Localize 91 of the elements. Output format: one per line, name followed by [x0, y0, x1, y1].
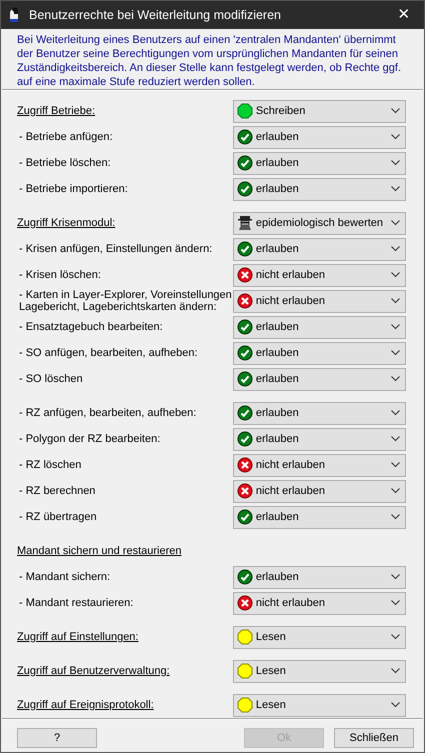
field-label: - Mandant sichern: [18, 571, 112, 583]
dropdown[interactable]: erlauben [232, 126, 406, 148]
dropdown[interactable]: Schreiben [232, 100, 406, 122]
check-icon [236, 509, 253, 525]
octagon-icon [236, 663, 253, 679]
field-label: - Betriebe importieren: [18, 183, 129, 195]
dropdown[interactable]: nicht erlauben [232, 480, 406, 502]
dropdown[interactable]: erlauben [232, 342, 406, 364]
dropdown[interactable]: erlauben [232, 566, 406, 588]
chevron-down-icon [391, 246, 400, 252]
section-heading: Mandant sichern und restaurieren [17, 545, 182, 557]
check-icon [236, 241, 253, 257]
field-label: - SO löschen [18, 373, 84, 385]
field-label: - Karten in Layer-Explorer, Voreinstellungen Lagebericht, Lageberichtskarten ändern: [18, 289, 232, 313]
dropdown[interactable]: Lesen [232, 626, 406, 648]
check-icon [236, 371, 253, 387]
chevron-down-icon [391, 488, 400, 494]
dropdown[interactable]: erlauben [232, 506, 406, 528]
dropdown[interactable]: erlauben [232, 178, 406, 200]
dialog-button[interactable]: Schließen [334, 728, 414, 748]
field-label: Zugriff auf Einstellungen: [17, 631, 140, 643]
chevron-down-icon [391, 600, 400, 606]
cross-icon [236, 595, 253, 611]
dropdown[interactable]: nicht erlauben [232, 290, 406, 312]
check-icon [236, 155, 253, 171]
check-icon [236, 569, 253, 585]
chevron-down-icon [391, 134, 400, 140]
check-icon [236, 319, 253, 335]
dropdown[interactable]: epidemiologisch bewerten [232, 212, 406, 234]
field-label: - Polygon der RZ bearbeiten: [18, 433, 162, 445]
chevron-down-icon [391, 272, 400, 278]
chevron-down-icon [391, 514, 400, 520]
hat-figure-icon [236, 215, 253, 231]
dropdown[interactable]: erlauben [232, 428, 406, 450]
dropdown[interactable]: nicht erlauben [232, 592, 406, 614]
dropdown[interactable]: nicht erlauben [232, 454, 406, 476]
cross-icon [236, 293, 253, 309]
chevron-down-icon [391, 410, 400, 416]
intro-text: Bei Weiterleitung eines Benutzers auf einen 'zentralen Mandanten' übernimmt der Benutzer seine Berechtigungen vom ursprünglichen Mandanten für seinen Zuständigkeitsbereich. An dieser Stelle kann festgelegt werden, ob Rechte ggf. auf eine maximale Stufe reduziert werden sollen. [16, 33, 402, 89]
cross-icon [236, 267, 253, 283]
field-label: Zugriff auf Benutzerverwaltung: [17, 665, 171, 677]
check-icon [236, 405, 253, 421]
dropdown[interactable]: Lesen [232, 694, 406, 716]
chevron-down-icon [391, 668, 400, 674]
chevron-down-icon [391, 462, 400, 468]
field-label: - RZ löschen [18, 459, 82, 471]
dropdown[interactable]: erlauben [232, 238, 406, 260]
check-icon [236, 129, 253, 145]
chevron-down-icon [391, 108, 400, 114]
field-label: - Betriebe löschen: [18, 157, 112, 169]
chevron-down-icon [391, 350, 400, 356]
octagon-icon [236, 103, 253, 119]
dropdown[interactable]: nicht erlauben [232, 264, 406, 286]
check-icon [236, 181, 253, 197]
chevron-down-icon [391, 160, 400, 166]
field-label: - RZ berechnen [18, 485, 96, 497]
help-button[interactable]: ? [17, 728, 97, 748]
chevron-down-icon [391, 436, 400, 442]
chevron-down-icon [391, 574, 400, 580]
dropdown[interactable]: erlauben [232, 152, 406, 174]
chevron-down-icon [391, 376, 400, 382]
chevron-down-icon [391, 324, 400, 330]
close-button[interactable]: ✕ [384, 1, 424, 29]
field-label: - Ensatztagebuch bearbeiten: [18, 321, 164, 333]
dropdown[interactable]: erlauben [232, 316, 406, 338]
dropdown[interactable]: Lesen [232, 660, 406, 682]
field-label: - RZ anfügen, bearbeiten, aufheben: [18, 407, 198, 419]
octagon-icon [236, 629, 253, 645]
field-label: - Betriebe anfügen: [18, 131, 114, 143]
field-label: Zugriff auf Ereignisprotokoll: [17, 699, 155, 711]
chevron-down-icon [391, 702, 400, 708]
field-label: - Krisen löschen: [18, 269, 102, 281]
window-title: Benutzerrechte bei Weiterleitung modifizieren [29, 6, 282, 24]
check-icon [236, 345, 253, 361]
field-label: - SO anfügen, bearbeiten, aufheben: [18, 347, 199, 359]
field-label: Zugriff Betriebe: [17, 105, 96, 117]
chevron-down-icon [391, 298, 400, 304]
cross-icon [236, 483, 253, 499]
app-icon [7, 7, 21, 23]
cross-icon [236, 457, 253, 473]
octagon-icon [236, 697, 253, 713]
chevron-down-icon [391, 186, 400, 192]
check-icon [236, 431, 253, 447]
chevron-down-icon [391, 220, 400, 226]
field-label: - Krisen anfügen, Einstellungen ändern: [18, 243, 214, 255]
dropdown[interactable]: erlauben [232, 368, 406, 390]
chevron-down-icon [391, 634, 400, 640]
dropdown[interactable]: erlauben [232, 402, 406, 424]
field-label: - RZ übertragen [18, 511, 98, 523]
field-label: Zugriff Krisenmodul: [17, 217, 116, 229]
field-label: - Mandant restaurieren: [18, 597, 134, 609]
